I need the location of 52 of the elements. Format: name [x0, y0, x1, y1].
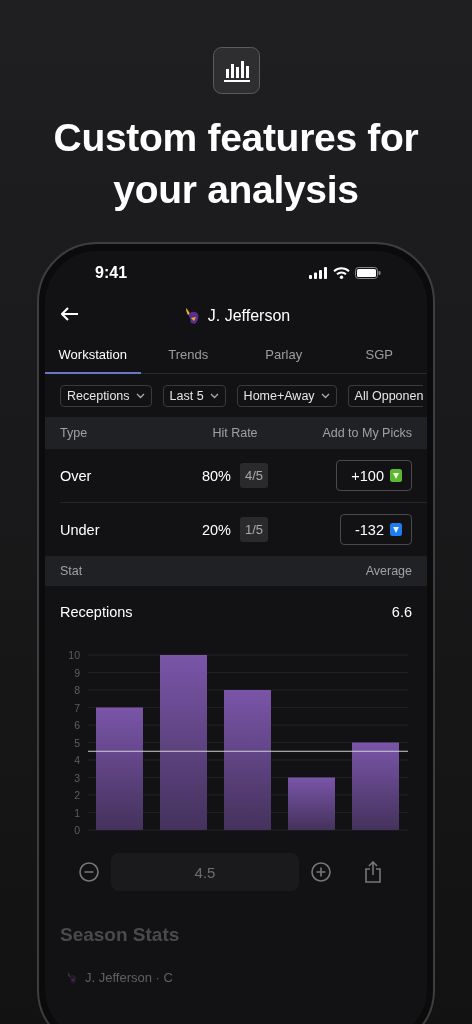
column-header: Average [365, 564, 412, 578]
decrease-button[interactable] [79, 862, 99, 882]
table-cell-text: Under [60, 521, 101, 538]
chart-bar [288, 777, 335, 830]
status-time: 9:41 [95, 264, 128, 282]
battery-icon [355, 267, 381, 279]
filter-dropdown[interactable]: Last 5 [162, 385, 226, 407]
wifi-icon [333, 267, 350, 279]
hit-rate: 80% [201, 467, 231, 484]
back-button[interactable] [61, 307, 79, 321]
column-header: Hit Rate [211, 426, 259, 440]
axis-label: 2 [74, 789, 80, 801]
section-title: Season Stats [59, 923, 181, 946]
chevron-down-icon [209, 393, 219, 399]
share-button[interactable] [364, 861, 382, 883]
chevron-down-icon [320, 393, 330, 399]
column-header: Type [60, 426, 89, 440]
odds-button[interactable]: +100 [336, 460, 412, 491]
axis-label: 5 [74, 736, 80, 749]
column-header: Stat [60, 564, 84, 578]
tab[interactable]: Workstation [45, 337, 141, 374]
tab[interactable]: Trends [140, 337, 236, 374]
table-cell-text: Over [60, 467, 93, 484]
chevron-down-icon [135, 393, 145, 399]
axis-label: 7 [74, 701, 80, 714]
player-name: J. Jefferson [207, 307, 291, 325]
axis-label: 0 [74, 824, 80, 836]
filter-dropdown[interactable]: Home+Away [236, 385, 337, 407]
headline: Custom features for your analysis [52, 115, 420, 213]
signal-icon [309, 267, 328, 279]
hit-rate: 20% [201, 521, 231, 538]
increase-button[interactable] [311, 862, 331, 882]
tab[interactable]: Parlay [236, 337, 332, 374]
stat-average: 6.6 [391, 604, 412, 620]
filter-dropdown[interactable]: Receptions [60, 385, 152, 407]
axis-label: 4 [74, 754, 80, 766]
axis-label: 1 [74, 806, 80, 819]
axis-label: 10 [68, 649, 80, 661]
tab[interactable]: SGP [331, 337, 427, 374]
axis-label: 9 [74, 666, 80, 679]
horned-helmet-icon [65, 970, 79, 985]
record-badge: 1/5 [239, 517, 269, 542]
record-badge: 4/5 [239, 463, 269, 488]
axis-label: 6 [74, 719, 80, 731]
player-line: J. Jefferson · C [85, 970, 173, 985]
odds-button[interactable]: -132 [339, 514, 412, 545]
bar-chart-app-icon [212, 47, 260, 94]
column-header: Add to My Picks [322, 426, 412, 440]
axis-label: 8 [74, 684, 80, 696]
stat-name: Receptions [60, 604, 133, 620]
axis-label: 3 [74, 771, 80, 784]
filter-dropdown[interactable]: All Opponen [347, 385, 424, 407]
